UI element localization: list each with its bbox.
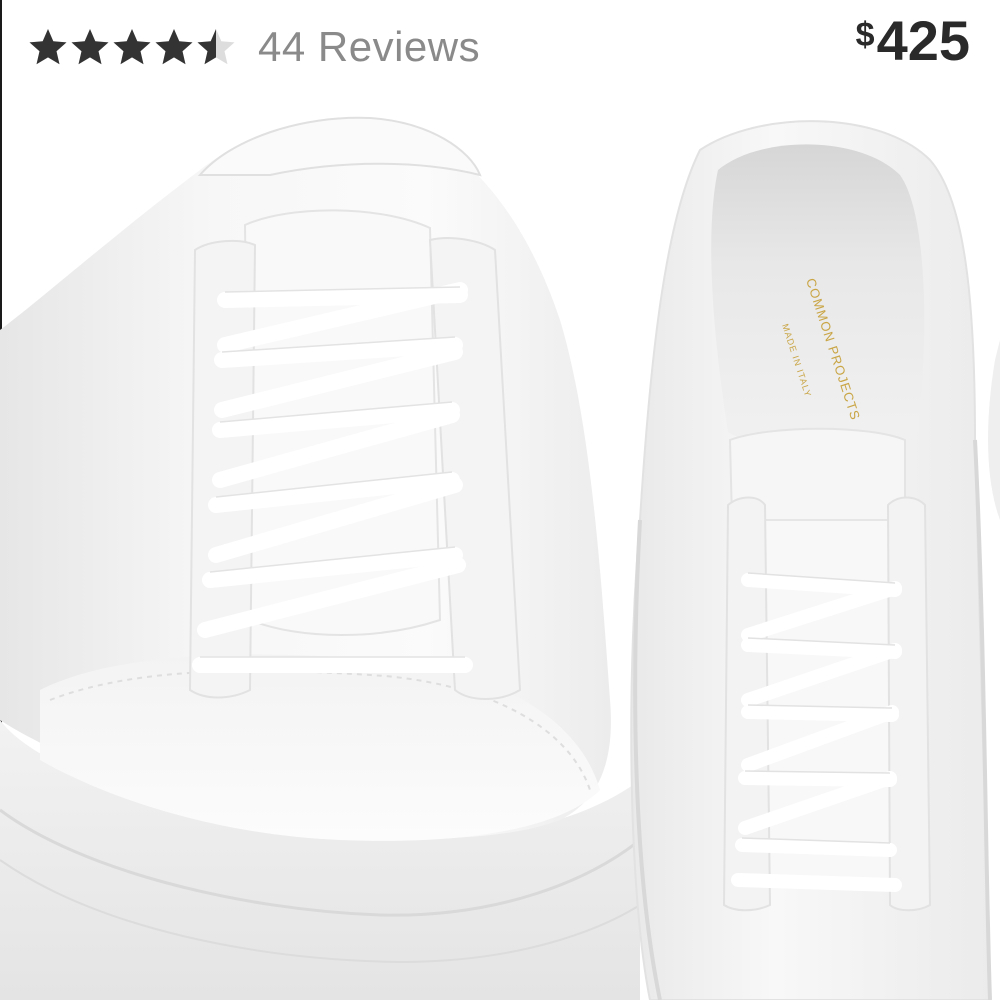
product-listing-page: COMMON PROJECTS MADE IN ITALY 44 Reviews… bbox=[0, 0, 1000, 1000]
reviews-count-link[interactable]: 44 Reviews bbox=[258, 22, 480, 72]
product-image[interactable]: COMMON PROJECTS MADE IN ITALY bbox=[0, 0, 1000, 1000]
star-icon bbox=[197, 29, 235, 65]
right-shoe: COMMON PROJECTS MADE IN ITALY bbox=[630, 120, 992, 1000]
rating-summary[interactable]: 44 Reviews bbox=[28, 22, 480, 72]
star-icon bbox=[155, 29, 193, 65]
price-currency: $ bbox=[855, 16, 875, 54]
star-rating bbox=[28, 27, 236, 67]
partial-shoe bbox=[988, 340, 1000, 520]
star-icon bbox=[71, 29, 109, 65]
star-icon bbox=[113, 29, 151, 65]
price-amount: 425 bbox=[876, 9, 970, 72]
left-shoe bbox=[0, 116, 641, 1000]
product-price: $ 425 bbox=[856, 10, 970, 72]
product-header: 44 Reviews $ 425 bbox=[0, 0, 1000, 100]
star-icon bbox=[29, 29, 67, 65]
